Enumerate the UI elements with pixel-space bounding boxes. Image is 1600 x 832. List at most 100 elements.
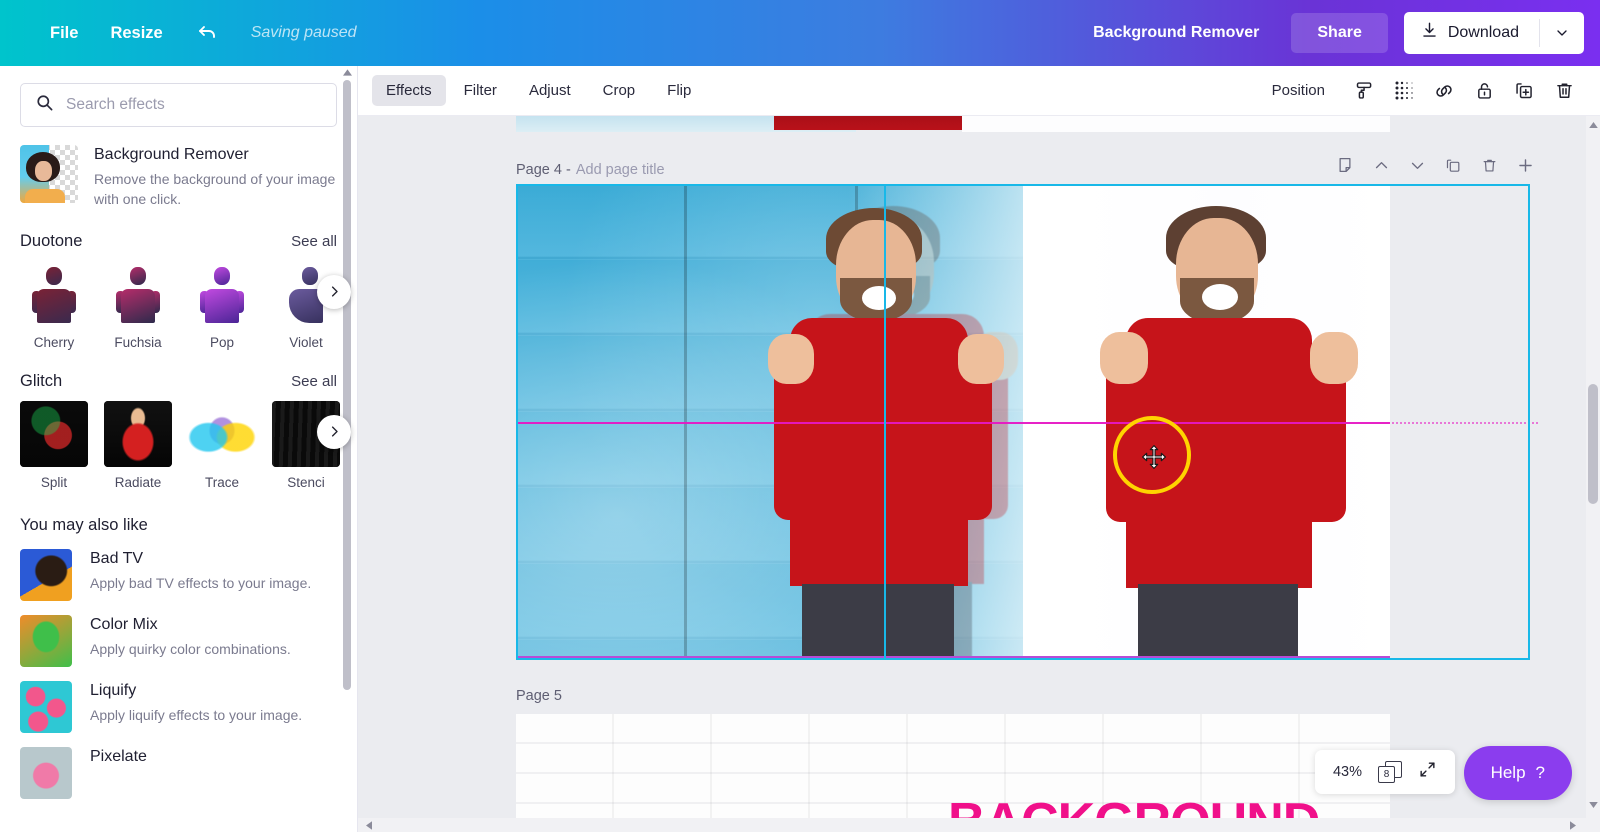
- list-item-description: Apply bad TV effects to your image.: [90, 574, 312, 591]
- list-item-text: Liquify Apply liquify effects to your im…: [90, 681, 302, 724]
- effect-item-split[interactable]: Split: [20, 400, 88, 490]
- add-page-icon[interactable]: [1514, 154, 1536, 176]
- list-item-text: Bad TV Apply bad TV effects to your imag…: [90, 549, 311, 592]
- list-item[interactable]: Pixelate: [0, 733, 357, 799]
- move-cursor-icon: [1141, 444, 1167, 475]
- page-5-canvas[interactable]: BACKGROUND: [516, 714, 1390, 832]
- pages-icon[interactable]: 8: [1378, 761, 1402, 783]
- download-label: Download: [1447, 24, 1519, 41]
- effect-item-cherry[interactable]: Cherry: [20, 260, 88, 350]
- trash-icon[interactable]: [1544, 72, 1584, 110]
- list-item[interactable]: Liquify Apply liquify effects to your im…: [0, 667, 357, 733]
- chevron-down-icon[interactable]: [1406, 154, 1428, 176]
- undo-arrow-icon[interactable]: [187, 14, 229, 52]
- duplicate-page-icon[interactable]: [1442, 154, 1464, 176]
- share-button[interactable]: Share: [1291, 13, 1388, 53]
- page-3-bottom-sliver: [516, 116, 1390, 132]
- download-button[interactable]: Download: [1404, 12, 1539, 54]
- effect-item-fuchsia[interactable]: Fuchsia: [104, 260, 172, 350]
- search-container: [0, 66, 357, 127]
- canvas-scroll-area[interactable]: Page 4 - Add page title Page 5 BACKGROUN…: [358, 116, 1600, 832]
- background-remover-card[interactable]: Background Remover Remove the background…: [0, 127, 357, 210]
- chevron-up-icon[interactable]: [1370, 154, 1392, 176]
- effect-label: Violet: [289, 334, 323, 350]
- resize-button[interactable]: Resize: [94, 16, 178, 51]
- topbar-right-group: Background Remover Share Download: [1075, 12, 1600, 54]
- canvas-vertical-scrollbar-thumb[interactable]: [1588, 384, 1598, 504]
- canvas-horizontal-scrollbar[interactable]: [358, 818, 1600, 832]
- add-page-title-input[interactable]: Add page title: [576, 162, 665, 178]
- tab-effects[interactable]: Effects: [372, 75, 446, 106]
- file-menu-button[interactable]: File: [34, 16, 94, 51]
- background-remover-button[interactable]: Background Remover: [1075, 14, 1277, 52]
- scroll-right-arrow-icon[interactable]: [1568, 820, 1578, 830]
- glitch-chevron-right-icon[interactable]: [317, 414, 351, 449]
- search-effects-box[interactable]: [20, 83, 337, 127]
- scroll-down-arrow-icon[interactable]: [1588, 800, 1598, 810]
- delete-page-icon[interactable]: [1478, 154, 1500, 176]
- person-dragged-copy[interactable]: [1062, 184, 1372, 658]
- list-item[interactable]: Color Mix Apply quirky color combination…: [0, 601, 357, 667]
- you-may-also-like-title: You may also like: [20, 515, 148, 534]
- position-button[interactable]: Position: [1259, 75, 1338, 106]
- tab-flip[interactable]: Flip: [653, 75, 705, 106]
- duotone-chevron-right-icon[interactable]: [317, 274, 351, 309]
- effect-item-trace[interactable]: Trace: [188, 400, 256, 490]
- sidebar-scrollbar-thumb[interactable]: [343, 80, 351, 690]
- effect-thumbnail[interactable]: [20, 400, 88, 467]
- tab-crop[interactable]: Crop: [589, 75, 650, 106]
- effect-label: Split: [40, 474, 68, 490]
- paint-roller-icon[interactable]: [1344, 72, 1384, 110]
- effect-thumbnail: [20, 614, 72, 667]
- background-remover-thumbnail: [20, 145, 78, 203]
- page-4-label: Page 4: [516, 162, 562, 178]
- help-question-mark-icon: ?: [1535, 763, 1545, 782]
- notes-icon[interactable]: [1334, 154, 1356, 176]
- effect-label: Pop: [209, 334, 235, 350]
- scroll-up-arrow-icon[interactable]: [1588, 120, 1598, 130]
- link-icon[interactable]: [1424, 72, 1464, 110]
- page-5-label: Page 5: [516, 688, 562, 704]
- list-item-title: Liquify: [90, 681, 137, 699]
- effect-label: Radiate: [114, 474, 162, 490]
- effects-sidebar: Background Remover Remove the background…: [0, 66, 358, 832]
- effect-item-pop[interactable]: Pop: [188, 260, 256, 350]
- effect-thumbnail[interactable]: [188, 400, 256, 467]
- tab-filter[interactable]: Filter: [450, 75, 511, 106]
- effect-thumbnail[interactable]: [188, 260, 256, 327]
- effect-item-radiate[interactable]: Radiate: [104, 400, 172, 490]
- effect-thumbnail[interactable]: [104, 260, 172, 327]
- see-all-glitch-link[interactable]: See all: [291, 373, 337, 390]
- tab-adjust[interactable]: Adjust: [515, 75, 585, 106]
- background-remover-description: Remove the background of your image with…: [94, 171, 336, 208]
- page-4-canvas[interactable]: [516, 184, 1390, 658]
- list-item-title: Color Mix: [90, 615, 158, 633]
- download-options-chevron-down-icon[interactable]: [1540, 12, 1584, 54]
- zoom-level-label[interactable]: 43%: [1333, 764, 1362, 780]
- list-item-text: Pixelate: [90, 747, 147, 766]
- search-input[interactable]: [66, 96, 322, 114]
- list-item[interactable]: Bad TV Apply bad TV effects to your imag…: [0, 535, 357, 601]
- page-title-dash: -: [561, 162, 571, 178]
- page-bottom-border-guide: [516, 656, 1390, 658]
- list-item-title: Bad TV: [90, 549, 144, 567]
- lock-icon[interactable]: [1464, 72, 1504, 110]
- effect-thumbnail[interactable]: [20, 260, 88, 327]
- effect-label: Trace: [204, 474, 239, 490]
- effect-thumbnail: [20, 746, 72, 799]
- help-button[interactable]: Help ?: [1463, 746, 1572, 800]
- see-all-duotone-link[interactable]: See all: [291, 233, 337, 250]
- scroll-left-arrow-icon[interactable]: [364, 820, 374, 830]
- effect-label: Fuchsia: [114, 334, 162, 350]
- effect-thumbnail[interactable]: [104, 400, 172, 467]
- page-4-photo[interactable]: [516, 184, 1390, 658]
- expand-icon[interactable]: [1418, 760, 1437, 784]
- section-header-glitch: Glitch See all: [0, 372, 357, 391]
- download-icon: [1420, 21, 1439, 45]
- duplicate-icon[interactable]: [1504, 72, 1544, 110]
- glitch-effect-row: Split Radiate Trace Stenci: [0, 391, 357, 490]
- canvas-vertical-scrollbar[interactable]: [1586, 116, 1600, 832]
- transparency-icon[interactable]: [1384, 72, 1424, 110]
- search-icon: [35, 93, 54, 117]
- list-item-text: Color Mix Apply quirky color combination…: [90, 615, 291, 658]
